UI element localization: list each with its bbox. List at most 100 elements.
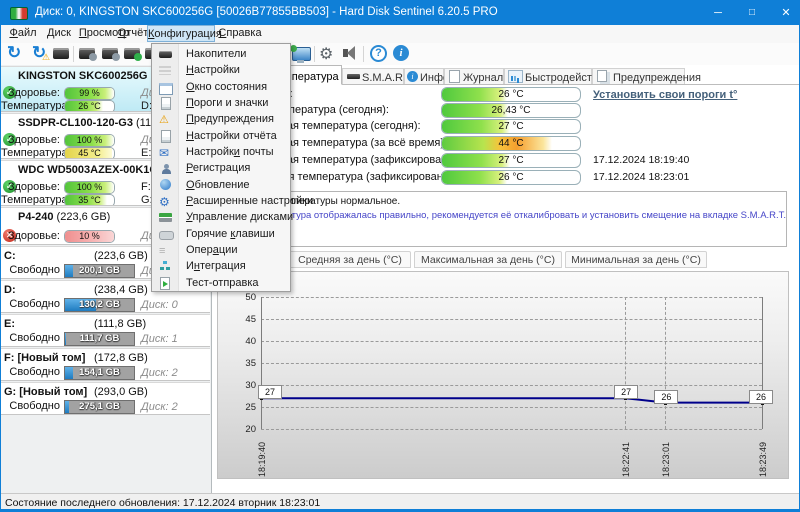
disk-number-label: Диск: 0 (141, 299, 178, 311)
tab-smart[interactable]: S.M.A.R.T. (342, 68, 404, 84)
minimize-button[interactable]: ─ (701, 1, 735, 25)
menu-help[interactable]: Справка (217, 25, 263, 42)
partition-size: (172,8 GB) (94, 352, 148, 364)
temperature-bar: 26 °C (441, 87, 581, 102)
info-icon[interactable]: i (393, 45, 409, 61)
menu-item-registration[interactable]: Регистрация (152, 161, 290, 177)
y-axis-tick-label: 20 (232, 424, 256, 435)
disk-title: P4-240 (223,6 GB) (18, 211, 110, 223)
status-window-icon (159, 83, 173, 95)
menu-item-integration[interactable]: Интеграция (152, 259, 290, 275)
temperature-row: Средняя температура (сегодня): 26,43 °C (212, 103, 799, 118)
drive-icon (347, 74, 360, 79)
report-settings-icon (161, 130, 171, 143)
menu-item-settings[interactable]: Настройки (152, 63, 290, 79)
menu-item-status-window[interactable]: Окно состояния (152, 80, 290, 96)
free-label: Свободно (1, 298, 60, 310)
toolbar-separator (314, 46, 315, 62)
free-label: Свободно (1, 332, 60, 344)
data-point-label: 26 (749, 390, 773, 404)
subtab-daily-maximum[interactable]: Максимальная за день (°C) (414, 251, 562, 268)
health-label: Здоровье: (1, 181, 60, 193)
drives-icon (159, 51, 172, 58)
tab-performance[interactable]: Быстродействие (504, 68, 592, 84)
subtab-daily-minimum[interactable]: Минимальная за день (°C) (565, 251, 707, 268)
health-label: Здоровье: (1, 87, 60, 99)
title-bar: Диск: 0, KINGSTON SKC600256G [50026B7785… (1, 1, 799, 25)
y-axis-tick-label: 30 (232, 380, 256, 391)
recorded-max-date: 17.12.2024 18:19:40 (593, 154, 689, 166)
update-globe-icon (160, 179, 171, 190)
tab-warnings[interactable]: Предупреждения (592, 68, 685, 84)
window-title: Диск: 0, KINGSTON SKC600256G [50026B7785… (35, 6, 498, 18)
menu-file[interactable]: Файл (5, 25, 41, 42)
free-space-bar: 200,1 GB (64, 264, 135, 278)
integration-nodes-icon (160, 267, 164, 270)
thresholds-icon (161, 97, 171, 110)
maximize-button[interactable]: □ (735, 1, 769, 25)
partition-item-g[interactable]: G: [Новый том] (293,0 GB) Свободно 275,1… (1, 382, 210, 415)
tab-journal[interactable]: Журнал (444, 68, 504, 84)
tab-info[interactable]: i Инфо (404, 68, 444, 84)
disk-clock-icon[interactable] (102, 48, 118, 59)
close-button[interactable]: ✕ (769, 1, 800, 25)
temperature-label: Температура: (1, 100, 60, 112)
y-axis-tick-label: 40 (232, 336, 256, 347)
advanced-gear-icon: ⚙ (159, 196, 173, 208)
menu-item-operations[interactable]: ≡Операции (152, 243, 290, 259)
x-axis-tick-label: 18:23:49 (758, 442, 768, 477)
temperature-bar: 27 °C (441, 119, 581, 134)
temperature-row: Минимальная температура (зафиксированная… (212, 170, 799, 185)
y-axis-tick-label: 45 (232, 314, 256, 325)
menu-item-update[interactable]: Обновление (152, 178, 290, 194)
health-bar: 100 % (64, 134, 115, 147)
health-bar: 99 % (64, 87, 115, 100)
chart-line-svg (218, 272, 788, 478)
help-icon[interactable]: ? (370, 45, 387, 62)
toolbar: ↻ ↻ ⚠ ⚙ ? i (1, 43, 799, 66)
hotkeys-icon (159, 231, 174, 240)
toolbar-separator (363, 46, 364, 62)
menu-disk[interactable]: Диск (43, 25, 75, 42)
disk-gauge-icon[interactable] (79, 48, 95, 59)
partition-item-e[interactable]: E: (111,8 GB) Свободно 111,7 GB Диск: 1 (1, 314, 210, 347)
x-axis-tick-label: 18:19:40 (257, 442, 267, 477)
partition-size: (223,6 GB) (94, 250, 148, 262)
menu-configuration[interactable]: Конфигурация (147, 25, 215, 42)
subtab-daily-average[interactable]: Средняя за день (°C) (289, 251, 411, 268)
refresh-icon[interactable]: ↻ (7, 43, 21, 63)
menu-item-hotkeys[interactable]: Горячие клавиши (152, 227, 290, 243)
disk-check-icon[interactable] (124, 48, 140, 59)
drive-icon[interactable] (53, 48, 69, 59)
temperature-label: Температура: (1, 147, 60, 159)
computer-icon[interactable] (292, 47, 311, 61)
menu-bar: Файл Диск Просмотр Отчёт Конфигурация Сп… (1, 25, 799, 44)
menu-item-mail-settings[interactable]: ✉Настройки почты (152, 145, 290, 161)
partition-item-f[interactable]: F: [Новый том] (172,8 GB) Свободно 154,1… (1, 348, 210, 381)
y-axis-tick-label: 50 (232, 292, 256, 303)
configuration-menu: Накопители Настройки Окно состояния Поро… (151, 43, 291, 292)
menu-item-thresholds[interactable]: Пороги и значки (152, 96, 290, 112)
disk-number-label: Диск: 1 (141, 333, 178, 345)
temperature-chart: 5045403530252018:19:4018:22:4118:23:0118… (217, 271, 789, 479)
settings-icon (159, 66, 171, 75)
warnings-pages-icon (597, 70, 607, 82)
set-thresholds-link[interactable]: Установить свои пороги t° (593, 89, 737, 101)
y-axis-tick-label: 35 (232, 358, 256, 369)
speaker-icon[interactable] (343, 49, 348, 57)
app-icon (10, 7, 28, 20)
clock-badge-icon (112, 53, 120, 61)
menu-item-test-send[interactable]: Тест-отправка (152, 276, 290, 292)
temperature-bar: 44 °C (441, 136, 581, 151)
gear-icon[interactable]: ⚙ (319, 44, 333, 64)
menu-item-warnings[interactable]: ⚠Предупреждения (152, 112, 290, 128)
menu-item-report-settings[interactable]: Настройки отчёта (152, 129, 290, 145)
disk-number-label: Диск: 2 (141, 401, 178, 413)
temperature-bar: 35 °C (64, 194, 115, 206)
menu-item-disk-management[interactable]: Управление дисками (152, 210, 290, 226)
menu-item-advanced-settings[interactable]: ⚙Расширенные настройки (152, 194, 290, 210)
disk-number-label: Диск: 2 (141, 367, 178, 379)
menu-item-drives[interactable]: Накопители (152, 47, 290, 63)
temperature-row: Максимальная температура (за всё время):… (212, 136, 799, 151)
partition-size: (111,8 GB) (94, 318, 146, 330)
